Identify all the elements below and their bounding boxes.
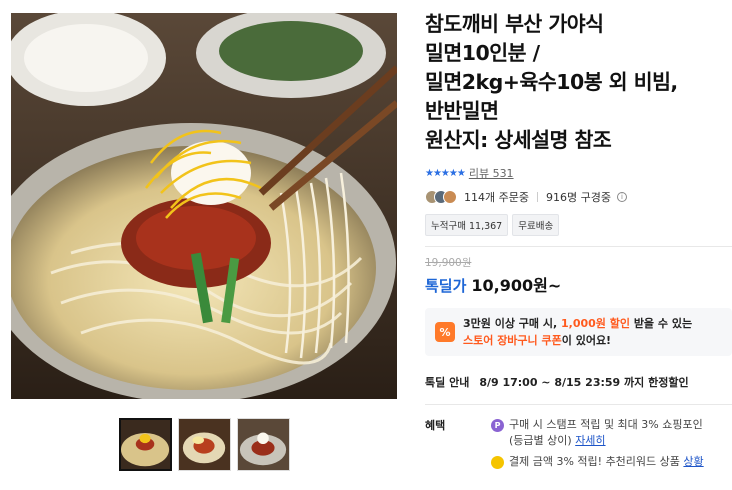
review-count-link[interactable]: 리뷰 531: [469, 165, 514, 181]
coupon-discount-highlight: 1,000원 할인: [561, 317, 630, 330]
benefit-reward-link[interactable]: 상황: [683, 455, 703, 468]
sale-price: 10,900원~: [471, 276, 562, 295]
coupon-text-part: 3만원 이상 구매 시,: [463, 317, 561, 330]
orders-count: 114개 주문중: [464, 191, 529, 204]
thumbnail-3[interactable]: [237, 418, 290, 471]
point-icon: P: [491, 419, 504, 432]
thumbnail-2[interactable]: [178, 418, 231, 471]
divider: [425, 246, 732, 247]
deal-info-label: 톡딜 안내: [425, 376, 470, 389]
benefit-line: 결제 금액 3% 적립! 추천리워드 상품: [509, 455, 684, 468]
divider: [536, 192, 538, 202]
coupon-banner[interactable]: % 3만원 이상 구매 시, 1,000원 할인 받을 수 있는 스토어 장바구…: [425, 308, 732, 356]
tag-list: 누적구매 11,367 무료배송: [425, 214, 732, 236]
divider: [425, 404, 732, 405]
product-title: 참도깨비 부산 가야식 밀면10인분 / 밀면2kg+육수10봉 외 비빔, 반…: [425, 12, 678, 152]
original-price: 19,900원: [425, 257, 472, 269]
coupon-text-part: 이 있어요!: [561, 334, 612, 347]
tag-cumulative-purchase: 누적구매 11,367: [425, 214, 509, 236]
coin-icon: [491, 456, 504, 469]
deal-info-row: 톡딜 안내 8/9 17:00 ~ 8/15 23:59 까지 한정할인: [425, 374, 732, 390]
buyer-avatars: [425, 190, 457, 204]
benefit-body: P 구매 시 스탬프 적립 및 최대 3% 쇼핑포인 (등급별 상이) 자세히 …: [491, 417, 704, 470]
benefit-label: 혜택: [425, 419, 446, 432]
tag-free-shipping: 무료배송: [512, 214, 560, 236]
product-info-panel: 참도깨비 부산 가야식 밀면10인분 / 밀면2kg+육수10봉 외 비빔, 반…: [425, 10, 732, 470]
deal-label: 톡딜가: [425, 277, 467, 295]
deal-info-period: 8/9 17:00 ~ 8/15 23:59 까지 한정할인: [479, 376, 689, 389]
coupon-percent-icon: %: [435, 322, 455, 342]
buyer-stats-row: 114개 주문중 916명 구경중 i: [425, 189, 732, 205]
thumbnail-1[interactable]: [119, 418, 172, 471]
info-icon[interactable]: i: [616, 192, 627, 202]
rating-stars-icon: ★★★★★: [425, 167, 466, 179]
coupon-text: 3만원 이상 구매 시, 1,000원 할인 받을 수 있는 스토어 장바구니 …: [463, 315, 692, 349]
viewers-count: 916명 구경중: [545, 191, 611, 204]
avatar: [443, 190, 457, 204]
coupon-text-part: 받을 수 있는: [629, 317, 693, 330]
benefit-section: 혜택 P 구매 시 스탬프 적립 및 최대 3% 쇼핑포인 (등급별 상이) 자…: [425, 417, 732, 470]
product-main-image: [11, 13, 397, 399]
coupon-name-highlight: 스토어 장바구니 쿠폰: [463, 334, 562, 347]
benefit-line: (등급별 상이): [509, 434, 576, 447]
price-row: 톡딜가 10,900원~: [425, 272, 732, 296]
benefit-line: 구매 시 스탬프 적립 및 최대 3% 쇼핑포인: [509, 418, 703, 431]
rating-row: ★★★★★ 리뷰 531: [425, 165, 732, 181]
benefit-detail-link[interactable]: 자세히: [575, 434, 605, 447]
